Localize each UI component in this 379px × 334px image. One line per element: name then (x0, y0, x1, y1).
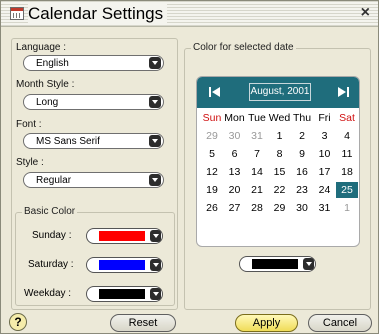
calendar-day[interactable]: 28 (246, 200, 268, 216)
chevron-down-icon[interactable] (149, 135, 161, 147)
cancel-button[interactable]: Cancel (308, 314, 372, 332)
calendar-week-row: 12 13 14 15 16 17 18 (201, 164, 359, 180)
weekday-header: Fri (318, 112, 331, 124)
calendar-day[interactable]: 14 (246, 164, 268, 180)
weekday-header: Sun (202, 112, 222, 124)
weekday-header: Thu (292, 112, 312, 124)
language-select[interactable]: English (23, 55, 164, 71)
month-year-label[interactable]: August, 2001 (249, 83, 311, 101)
calendar-day[interactable]: 31 (246, 128, 268, 144)
selected-date-group-label: Color for selected date (191, 42, 296, 54)
calendar-day[interactable]: 18 (336, 164, 358, 180)
calendar-day[interactable]: 5 (201, 146, 223, 162)
calendar-day[interactable]: 22 (269, 182, 291, 198)
calendar-grid: Sun Mon Tue Wed Thu Fri Sat 29 30 31 1 2 3 4 5 6 7 8 9 10 11… (201, 110, 359, 216)
calendar-day[interactable]: 13 (224, 164, 246, 180)
calendar-header: August, 2001 (197, 77, 359, 108)
calendar-day[interactable]: 1 (336, 200, 358, 216)
calendar-day[interactable]: 29 (201, 128, 223, 144)
selected-date-color-picker[interactable] (239, 256, 316, 272)
calendar-week-row: 26 27 28 29 30 31 1 (201, 200, 359, 216)
calendar-day[interactable]: 8 (269, 146, 291, 162)
calendar-day-selected[interactable]: 25 (336, 182, 358, 198)
calendar-day[interactable]: 21 (246, 182, 268, 198)
calendar-settings-window: Calendar Settings × Language : English M… (0, 0, 379, 334)
window-title: Calendar Settings (28, 4, 168, 24)
style-select[interactable]: Regular (23, 172, 164, 188)
reset-button[interactable]: Reset (110, 314, 176, 332)
saturday-color-picker[interactable] (86, 257, 163, 273)
help-button[interactable]: ? (9, 313, 27, 331)
weekday-header: Mon (224, 112, 245, 124)
calendar-week-row: 19 20 21 22 23 24 25 (201, 182, 359, 198)
calendar-day[interactable]: 27 (224, 200, 246, 216)
chevron-down-icon[interactable] (150, 230, 161, 242)
sunday-color-fill (99, 231, 145, 241)
weekday-color-picker[interactable] (86, 286, 163, 302)
language-label: Language : (16, 42, 67, 53)
calendar-day[interactable]: 1 (269, 128, 291, 144)
month-style-select[interactable]: Long (23, 94, 164, 110)
style-label: Style : (16, 157, 44, 168)
previous-month-icon[interactable] (208, 85, 222, 99)
weekday-header-row: Sun Mon Tue Wed Thu Fri Sat (201, 110, 359, 126)
calendar-day[interactable]: 20 (224, 182, 246, 198)
chevron-down-icon[interactable] (303, 258, 314, 270)
calendar-day[interactable]: 30 (291, 200, 313, 216)
weekday-header: Sat (339, 112, 355, 124)
calendar-day[interactable]: 26 (201, 200, 223, 216)
chevron-down-icon[interactable] (150, 259, 161, 271)
language-value: English (36, 58, 69, 69)
calendar-day[interactable]: 29 (269, 200, 291, 216)
font-select[interactable]: MS Sans Serif (23, 133, 164, 149)
chevron-down-icon[interactable] (150, 288, 161, 300)
calendar-day[interactable]: 17 (314, 164, 336, 180)
calendar-day[interactable]: 11 (336, 146, 358, 162)
calendar-day[interactable]: 6 (224, 146, 246, 162)
calendar-day[interactable]: 12 (201, 164, 223, 180)
chevron-down-icon[interactable] (149, 57, 161, 69)
month-style-value: Long (36, 97, 59, 108)
apply-button[interactable]: Apply (235, 314, 298, 332)
font-value: MS Sans Serif (36, 136, 100, 147)
calendar-day[interactable]: 31 (314, 200, 336, 216)
calendar-day[interactable]: 24 (314, 182, 336, 198)
weekday-color-fill (99, 289, 145, 299)
calendar-day[interactable]: 16 (291, 164, 313, 180)
calendar-day[interactable]: 2 (291, 128, 313, 144)
calendar-day[interactable]: 23 (291, 182, 313, 198)
font-label: Font : (16, 119, 42, 130)
sunday-color-label: Sunday : (32, 230, 72, 241)
basic-color-group-label: Basic Color (22, 206, 78, 218)
calendar-week-row: 29 30 31 1 2 3 4 (201, 128, 359, 144)
weekday-color-label: Weekday : (24, 288, 72, 299)
calendar-day[interactable]: 9 (291, 146, 313, 162)
calendar-day[interactable]: 3 (314, 128, 336, 144)
chevron-down-icon[interactable] (149, 174, 161, 186)
selected-date-color-fill (252, 259, 298, 269)
saturday-color-label: Saturday : (28, 259, 74, 270)
calendar-day[interactable]: 15 (269, 164, 291, 180)
chevron-down-icon[interactable] (149, 96, 161, 108)
style-value: Regular (36, 175, 72, 186)
calendar-day[interactable]: 10 (314, 146, 336, 162)
calendar-app-icon (10, 7, 24, 20)
calendar-day[interactable]: 4 (336, 128, 358, 144)
sunday-color-picker[interactable] (86, 228, 163, 244)
saturday-color-fill (99, 260, 145, 270)
calendar-preview[interactable]: August, 2001 Sun Mon Tue Wed Thu Fri Sat 29 30 31… (196, 76, 360, 247)
calendar-day[interactable]: 7 (246, 146, 268, 162)
next-month-icon[interactable] (336, 85, 350, 99)
month-style-label: Month Style : (16, 79, 75, 90)
calendar-week-row: 5 6 7 8 9 10 11 (201, 146, 359, 162)
weekday-header: Tue (248, 112, 266, 124)
close-icon[interactable]: × (361, 3, 370, 23)
calendar-day[interactable]: 30 (224, 128, 246, 144)
weekday-header: Wed (268, 112, 291, 124)
calendar-day[interactable]: 19 (201, 182, 223, 198)
title-bar: Calendar Settings × (1, 1, 378, 27)
